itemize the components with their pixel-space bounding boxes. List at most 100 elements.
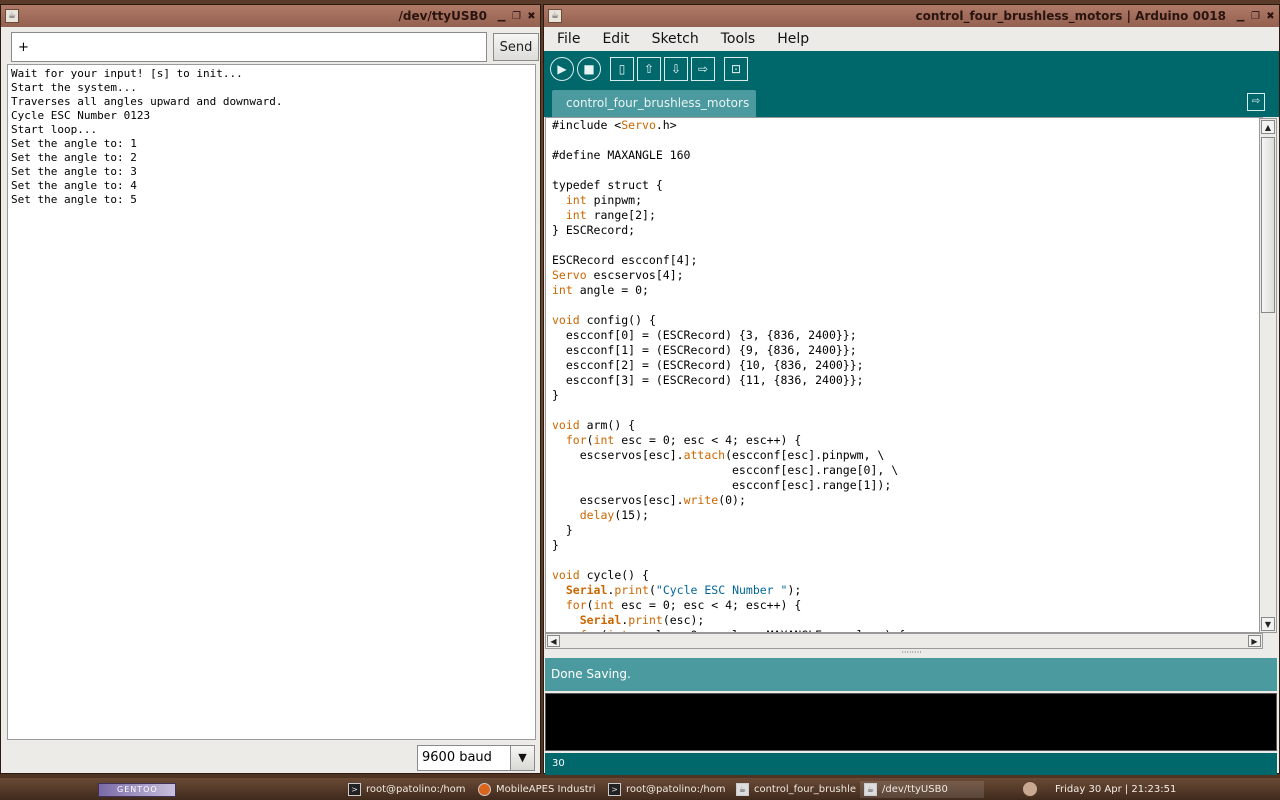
serial-send-input[interactable] (11, 32, 487, 62)
code-line[interactable]: escconf[2] = (ESCRecord) {10, {836, 2400… (552, 358, 1262, 373)
code-text[interactable]: #include <Servo.h>​#define MAXANGLE 160​… (546, 118, 1262, 632)
scroll-left-icon[interactable]: ◀ (547, 635, 560, 647)
serial-monitor-titlebar[interactable]: ☕ /dev/ttyUSB0 ▁ ❐ ✖ (1, 5, 540, 27)
user-avatar[interactable] (1022, 781, 1038, 797)
code-line[interactable]: void arm() { (552, 418, 1262, 433)
ide-titlebar[interactable]: ☕ control_four_brushless_motors | Arduin… (544, 5, 1279, 27)
save-icon[interactable]: ⇩ (664, 57, 688, 81)
menu-sketch[interactable]: Sketch (639, 31, 708, 47)
serial-output-line: Set the angle to: 2 (11, 151, 137, 164)
code-line[interactable]: Servo escservos[4]; (552, 268, 1262, 283)
baud-row: 9600 baud ▼ (7, 743, 536, 775)
vertical-scrollbar[interactable]: ▲ ▼ (1259, 118, 1277, 633)
serial-monitor-body: Send Wait for your input! [s] to init...… (7, 27, 539, 775)
code-line[interactable]: escservos[esc].write(0); (552, 493, 1262, 508)
java-app-icon[interactable]: ☕ (548, 9, 562, 23)
serial-output-line: Set the angle to: 3 (11, 165, 137, 178)
serial-monitor-icon[interactable]: ⊡ (724, 57, 748, 81)
code-line[interactable]: ​ (552, 238, 1262, 253)
tab-menu-icon[interactable]: ⇨ (1247, 93, 1265, 111)
taskbar-item-serial-monitor[interactable]: ☕ /dev/ttyUSB0 (860, 781, 984, 798)
code-editor[interactable]: #include <Servo.h>​#define MAXANGLE 160​… (545, 117, 1263, 633)
code-line[interactable]: escservos[esc].attach(escconf[esc].pinpw… (552, 448, 1262, 463)
code-line[interactable]: escconf[esc].range[1]); (552, 478, 1262, 493)
menu-help[interactable]: Help (764, 31, 818, 47)
taskbar-item-terminal-1[interactable]: > root@patolino:/hom (344, 781, 472, 798)
code-line[interactable]: } (552, 523, 1262, 538)
code-line[interactable]: Serial.print(esc); (552, 613, 1262, 628)
horizontal-scrollbar[interactable]: ◀ ▶ (545, 633, 1263, 649)
upload-icon[interactable]: ⇨ (691, 57, 715, 81)
code-line[interactable]: Serial.print("Cycle ESC Number "); (552, 583, 1262, 598)
code-line[interactable]: for(int esc = 0; esc < 4; esc++) { (552, 598, 1262, 613)
minimize-icon[interactable]: ▁ (495, 11, 508, 22)
firefox-icon (478, 783, 491, 796)
stop-icon[interactable]: ■ (577, 57, 601, 81)
serial-output[interactable]: Wait for your input! [s] to init... Start… (7, 64, 536, 740)
serial-monitor-title: /dev/ttyUSB0 (398, 9, 488, 23)
close-icon[interactable]: ✖ (1264, 11, 1277, 22)
code-line[interactable]: ​ (552, 298, 1262, 313)
taskbar-item-terminal-2[interactable]: > root@patolino:/hom (604, 781, 730, 798)
serial-output-line: Set the angle to: 4 (11, 179, 137, 192)
menu-tools[interactable]: Tools (708, 31, 765, 47)
taskbar-clock[interactable]: Friday 30 Apr | 21:23:51 (1055, 781, 1176, 798)
serial-output-line: Traverses all angles upward and downward… (11, 95, 283, 108)
baud-rate-select[interactable]: 9600 baud ▼ (417, 745, 535, 771)
serial-output-line: Cycle ESC Number 0123 (11, 109, 151, 122)
maximize-icon[interactable]: ❐ (1249, 11, 1262, 22)
serial-output-line: Set the angle to: 5 (11, 193, 137, 206)
menu-edit[interactable]: Edit (589, 31, 638, 47)
code-line[interactable]: delay(15); (552, 508, 1262, 523)
code-line[interactable]: escconf[1] = (ESCRecord) {9, {836, 2400}… (552, 343, 1262, 358)
close-icon[interactable]: ✖ (525, 11, 538, 22)
code-line[interactable]: #define MAXANGLE 160 (552, 148, 1262, 163)
open-icon[interactable]: ⇧ (637, 57, 661, 81)
scroll-up-icon[interactable]: ▲ (1261, 120, 1275, 134)
code-line[interactable]: escconf[3] = (ESCRecord) {11, {836, 2400… (552, 373, 1262, 388)
code-line[interactable]: int pinpwm; (552, 193, 1262, 208)
menu-file[interactable]: File (544, 31, 589, 47)
taskbar-item-label: /dev/ttyUSB0 (882, 784, 948, 795)
code-line[interactable]: void cycle() { (552, 568, 1262, 583)
code-line[interactable]: ​ (552, 403, 1262, 418)
pane-splitter[interactable]: ········ (544, 649, 1279, 658)
java-app-icon[interactable]: ☕ (5, 9, 19, 23)
verify-play-icon[interactable]: ▶ (550, 57, 574, 81)
code-line[interactable]: for(int esc = 0; esc < 4; esc++) { (552, 433, 1262, 448)
code-line[interactable]: int angle = 0; (552, 283, 1262, 298)
chevron-down-icon[interactable]: ▼ (510, 746, 534, 770)
code-line[interactable]: escconf[esc].range[0], \ (552, 463, 1262, 478)
java-app-icon: ☕ (864, 783, 877, 796)
code-line[interactable]: ​ (552, 133, 1262, 148)
code-line[interactable]: escconf[0] = (ESCRecord) {3, {836, 2400}… (552, 328, 1262, 343)
line-number: 30 (545, 753, 1277, 775)
menubar: File Edit Sketch Tools Help (544, 27, 1279, 51)
minimize-icon[interactable]: ▁ (1234, 11, 1247, 22)
code-line[interactable]: void config() { (552, 313, 1262, 328)
code-line[interactable]: #include <Servo.h> (552, 118, 1262, 133)
code-line[interactable]: ESCRecord escconf[4]; (552, 253, 1262, 268)
status-message: Done Saving. (545, 658, 1277, 691)
taskbar-item-label: root@patolino:/hom (366, 784, 466, 795)
taskbar-item-arduino[interactable]: ☕ control_four_brushle (732, 781, 856, 798)
arduino-ide-window: ☕ control_four_brushless_motors | Arduin… (543, 4, 1280, 775)
scroll-down-icon[interactable]: ▼ (1261, 617, 1275, 631)
code-line[interactable]: } ESCRecord; (552, 223, 1262, 238)
tab-sketch[interactable]: control_four_brushless_motors (552, 90, 756, 117)
scroll-thumb[interactable] (1261, 137, 1275, 313)
code-line[interactable]: typedef struct { (552, 178, 1262, 193)
new-file-icon[interactable]: ▯ (610, 57, 634, 81)
code-line[interactable]: ​ (552, 553, 1262, 568)
code-line[interactable]: ​ (552, 163, 1262, 178)
code-line[interactable]: } (552, 538, 1262, 553)
code-line[interactable]: int range[2]; (552, 208, 1262, 223)
send-button[interactable]: Send (493, 33, 539, 61)
serial-output-line: Wait for your input! [s] to init... (11, 67, 243, 80)
gentoo-menu-button[interactable]: GENTOO (98, 783, 176, 797)
maximize-icon[interactable]: ❐ (510, 11, 523, 22)
console-output[interactable] (545, 693, 1277, 751)
scroll-right-icon[interactable]: ▶ (1248, 635, 1261, 647)
code-line[interactable]: } (552, 388, 1262, 403)
taskbar-item-firefox[interactable]: MobileAPES Industri (474, 781, 602, 798)
